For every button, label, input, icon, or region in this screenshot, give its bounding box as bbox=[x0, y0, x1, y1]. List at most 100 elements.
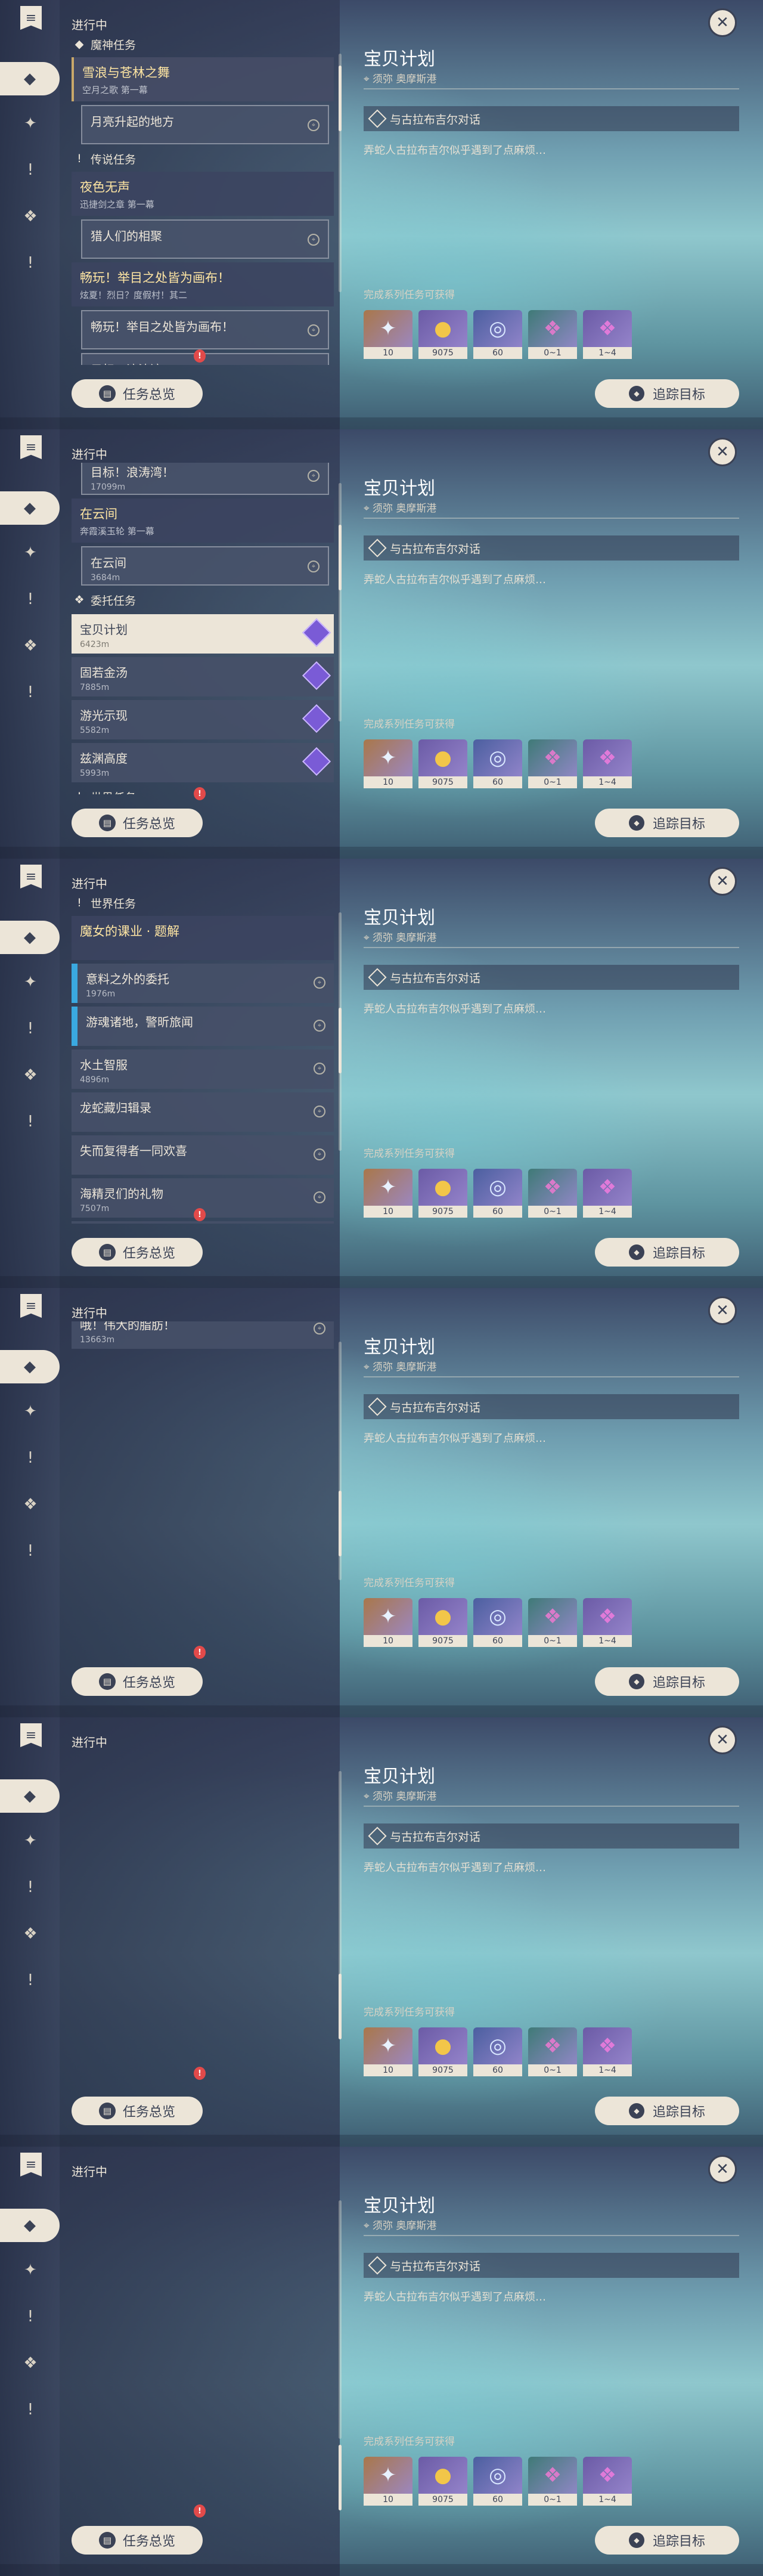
quest-overview-button[interactable]: ▤ 任务总览 bbox=[72, 379, 203, 408]
reward-item[interactable]: ❖ 1~4 bbox=[583, 1169, 632, 1218]
map-pin-icon[interactable]: ⌖ bbox=[314, 1020, 325, 1032]
reward-item[interactable]: ❖ 0~1 bbox=[528, 1169, 577, 1218]
track-objective-button[interactable]: ◆ 追踪目标 bbox=[595, 1238, 739, 1267]
commission-tab[interactable]: ❖ bbox=[17, 1920, 44, 1948]
cloud-quest-group[interactable]: 在云间 奔霞溪玉轮 第一幕 bbox=[72, 499, 334, 543]
legend-quest-tab[interactable]: ! bbox=[17, 1874, 44, 1901]
reward-item[interactable]: ❖ 0~1 bbox=[528, 2027, 577, 2076]
map-pin-icon[interactable]: ⌖ bbox=[308, 561, 320, 572]
list-scrollbar[interactable] bbox=[339, 2200, 342, 2439]
reward-item[interactable]: ❖ 1~4 bbox=[583, 2027, 632, 2076]
commission-tab[interactable]: ❖ bbox=[17, 2349, 44, 2377]
list-scroll-thumb[interactable] bbox=[339, 525, 342, 590]
world-quest-item[interactable]: 失而复得者一同欢喜 ⌖ bbox=[72, 1135, 334, 1175]
map-pin-icon[interactable]: ⌖ bbox=[314, 1323, 325, 1335]
world-quest-item[interactable]: 水土智服 4896m ⌖ bbox=[72, 1049, 334, 1089]
world-quest-tab[interactable]: ! bbox=[17, 679, 44, 706]
world-quest-tab[interactable]: ! bbox=[17, 1108, 44, 1135]
track-objective-button[interactable]: ◆ 追踪目标 bbox=[595, 1667, 739, 1696]
track-objective-button[interactable]: ◆ 追踪目标 bbox=[595, 809, 739, 837]
commission-item[interactable]: 固若金汤 7885m bbox=[72, 657, 334, 696]
archon-quest-group[interactable]: 雪浪与苍林之舞 空月之歌 第一幕 bbox=[72, 57, 334, 101]
reward-item[interactable]: ◎ 60 bbox=[473, 1169, 522, 1218]
reward-item[interactable]: ◎ 60 bbox=[473, 739, 522, 788]
all-quests-tab[interactable]: ◆ bbox=[0, 1779, 60, 1813]
world-quest-tab[interactable]: ! bbox=[17, 1967, 44, 1994]
reward-item[interactable]: ◎ 60 bbox=[473, 2457, 522, 2506]
reward-item[interactable]: ● 9075 bbox=[418, 1598, 467, 1647]
quest-overview-button[interactable]: ▤ 任务总览 bbox=[72, 2097, 203, 2125]
reward-item[interactable]: ● 9075 bbox=[418, 310, 467, 359]
quest-overview-button[interactable]: ▤ 任务总览 bbox=[72, 809, 203, 837]
track-objective-button[interactable]: ◆ 追踪目标 bbox=[595, 2097, 739, 2125]
list-scroll-thumb[interactable] bbox=[339, 1491, 342, 1556]
map-pin-icon[interactable]: ⌖ bbox=[314, 1191, 325, 1203]
all-quests-tab[interactable]: ◆ bbox=[0, 491, 60, 525]
all-quests-tab[interactable]: ◆ bbox=[0, 921, 60, 954]
world-quest-tab[interactable]: ! bbox=[17, 1537, 44, 1565]
commission-item[interactable]: 兹渊高度 5993m bbox=[72, 743, 334, 782]
track-objective-button[interactable]: ◆ 追踪目标 bbox=[595, 2526, 739, 2555]
world-quest-item[interactable]: 哦！伟大的脂肪！13663m⌖ bbox=[72, 1321, 334, 1349]
map-pin-icon[interactable]: ⌖ bbox=[308, 324, 320, 336]
cloud-quest-item[interactable]: 在云间 3684m ⌖ bbox=[81, 546, 329, 586]
commission-item[interactable]: 宝贝计划 6423m bbox=[72, 614, 334, 654]
list-scroll-thumb[interactable] bbox=[339, 1008, 342, 1073]
map-pin-icon[interactable]: ⌖ bbox=[314, 1106, 325, 1117]
reward-item[interactable]: ◎ 60 bbox=[473, 1598, 522, 1647]
legend-quest-group[interactable]: 夜色无声 迅捷剑之章 第一幕 bbox=[72, 172, 334, 216]
archon-quest-tab[interactable]: ✦ bbox=[17, 110, 44, 137]
reward-item[interactable]: ❖ 0~1 bbox=[528, 1598, 577, 1647]
reward-item[interactable]: ✦ 10 bbox=[364, 1598, 412, 1647]
list-scroll-thumb[interactable] bbox=[339, 2445, 342, 2510]
archon-quest-tab[interactable]: ✦ bbox=[17, 2256, 44, 2284]
commission-item[interactable]: 游光示现 5582m bbox=[72, 700, 334, 739]
reward-item[interactable]: ❖ 0~1 bbox=[528, 2457, 577, 2506]
archon-quest-tab[interactable]: ✦ bbox=[17, 1827, 44, 1854]
map-pin-icon[interactable]: ⌖ bbox=[314, 1063, 325, 1075]
map-pin-icon[interactable]: ⌖ bbox=[314, 977, 325, 989]
world-quest-item[interactable]: 游魂诸地，警昕旅闻 ⌖ bbox=[72, 1007, 334, 1046]
world-quest-item[interactable]: 哦！伟大的脂肪！13663m⌖ bbox=[72, 1221, 334, 1224]
legend-quest-tab[interactable]: ! bbox=[17, 2303, 44, 2330]
all-quests-tab[interactable]: ◆ bbox=[0, 2209, 60, 2242]
reward-item[interactable]: ✦ 10 bbox=[364, 1169, 412, 1218]
commission-tab[interactable]: ❖ bbox=[17, 1491, 44, 1518]
legend-quest-tab[interactable]: ! bbox=[17, 1444, 44, 1472]
world-quest-item[interactable]: 意料之外的委托 1976m ⌖ bbox=[72, 964, 334, 1003]
all-quests-tab[interactable]: ◆ bbox=[0, 62, 60, 95]
quest-overview-button[interactable]: ▤ 任务总览 bbox=[72, 2526, 203, 2555]
archon-quest-tab[interactable]: ✦ bbox=[17, 968, 44, 996]
quest-overview-button[interactable]: ▤ 任务总览 bbox=[72, 1238, 203, 1267]
archon-quest-tab[interactable]: ✦ bbox=[17, 1398, 44, 1425]
world-quest-tab[interactable]: ! bbox=[17, 2396, 44, 2423]
reward-item[interactable]: ❖ 1~4 bbox=[583, 310, 632, 359]
event-quest-item-2[interactable]: 目标！浪涛湾！ 17099m ⌖ bbox=[81, 463, 329, 495]
reward-item[interactable]: ❖ 1~4 bbox=[583, 2457, 632, 2506]
reward-item[interactable]: ● 9075 bbox=[418, 2457, 467, 2506]
reward-item[interactable]: ❖ 0~1 bbox=[528, 739, 577, 788]
reward-item[interactable]: ● 9075 bbox=[418, 739, 467, 788]
map-pin-icon[interactable]: ⌖ bbox=[308, 470, 320, 482]
world-quest-item[interactable]: 龙蛇藏归辑录 ⌖ bbox=[72, 1092, 334, 1132]
map-pin-icon[interactable]: ⌖ bbox=[308, 234, 320, 246]
archon-quest-tab[interactable]: ✦ bbox=[17, 539, 44, 566]
reward-item[interactable]: ✦ 10 bbox=[364, 739, 412, 788]
reward-item[interactable]: ❖ 1~4 bbox=[583, 739, 632, 788]
reward-item[interactable]: ❖ 0~1 bbox=[528, 310, 577, 359]
world-quest-group[interactable]: 魔女的课业 · 题解 bbox=[72, 916, 334, 960]
all-quests-tab[interactable]: ◆ bbox=[0, 1350, 60, 1383]
reward-item[interactable]: ✦ 10 bbox=[364, 2027, 412, 2076]
legend-quest-tab[interactable]: ! bbox=[17, 586, 44, 613]
event-quest-item-1[interactable]: 畅玩！举目之处皆为画布！ ⌖ bbox=[81, 310, 329, 349]
commission-tab[interactable]: ❖ bbox=[17, 203, 44, 230]
legend-quest-item[interactable]: 猎人们的相聚 ⌖ bbox=[81, 219, 329, 259]
list-scrollbar[interactable] bbox=[339, 483, 342, 722]
map-pin-icon[interactable]: ⌖ bbox=[308, 119, 320, 131]
reward-item[interactable]: ● 9075 bbox=[418, 2027, 467, 2076]
list-scroll-thumb[interactable] bbox=[339, 66, 342, 131]
reward-item[interactable]: ✦ 10 bbox=[364, 310, 412, 359]
world-quest-tab[interactable]: ! bbox=[17, 249, 44, 277]
track-objective-button[interactable]: ◆ 追踪目标 bbox=[595, 379, 739, 408]
map-pin-icon[interactable]: ⌖ bbox=[314, 1148, 325, 1160]
